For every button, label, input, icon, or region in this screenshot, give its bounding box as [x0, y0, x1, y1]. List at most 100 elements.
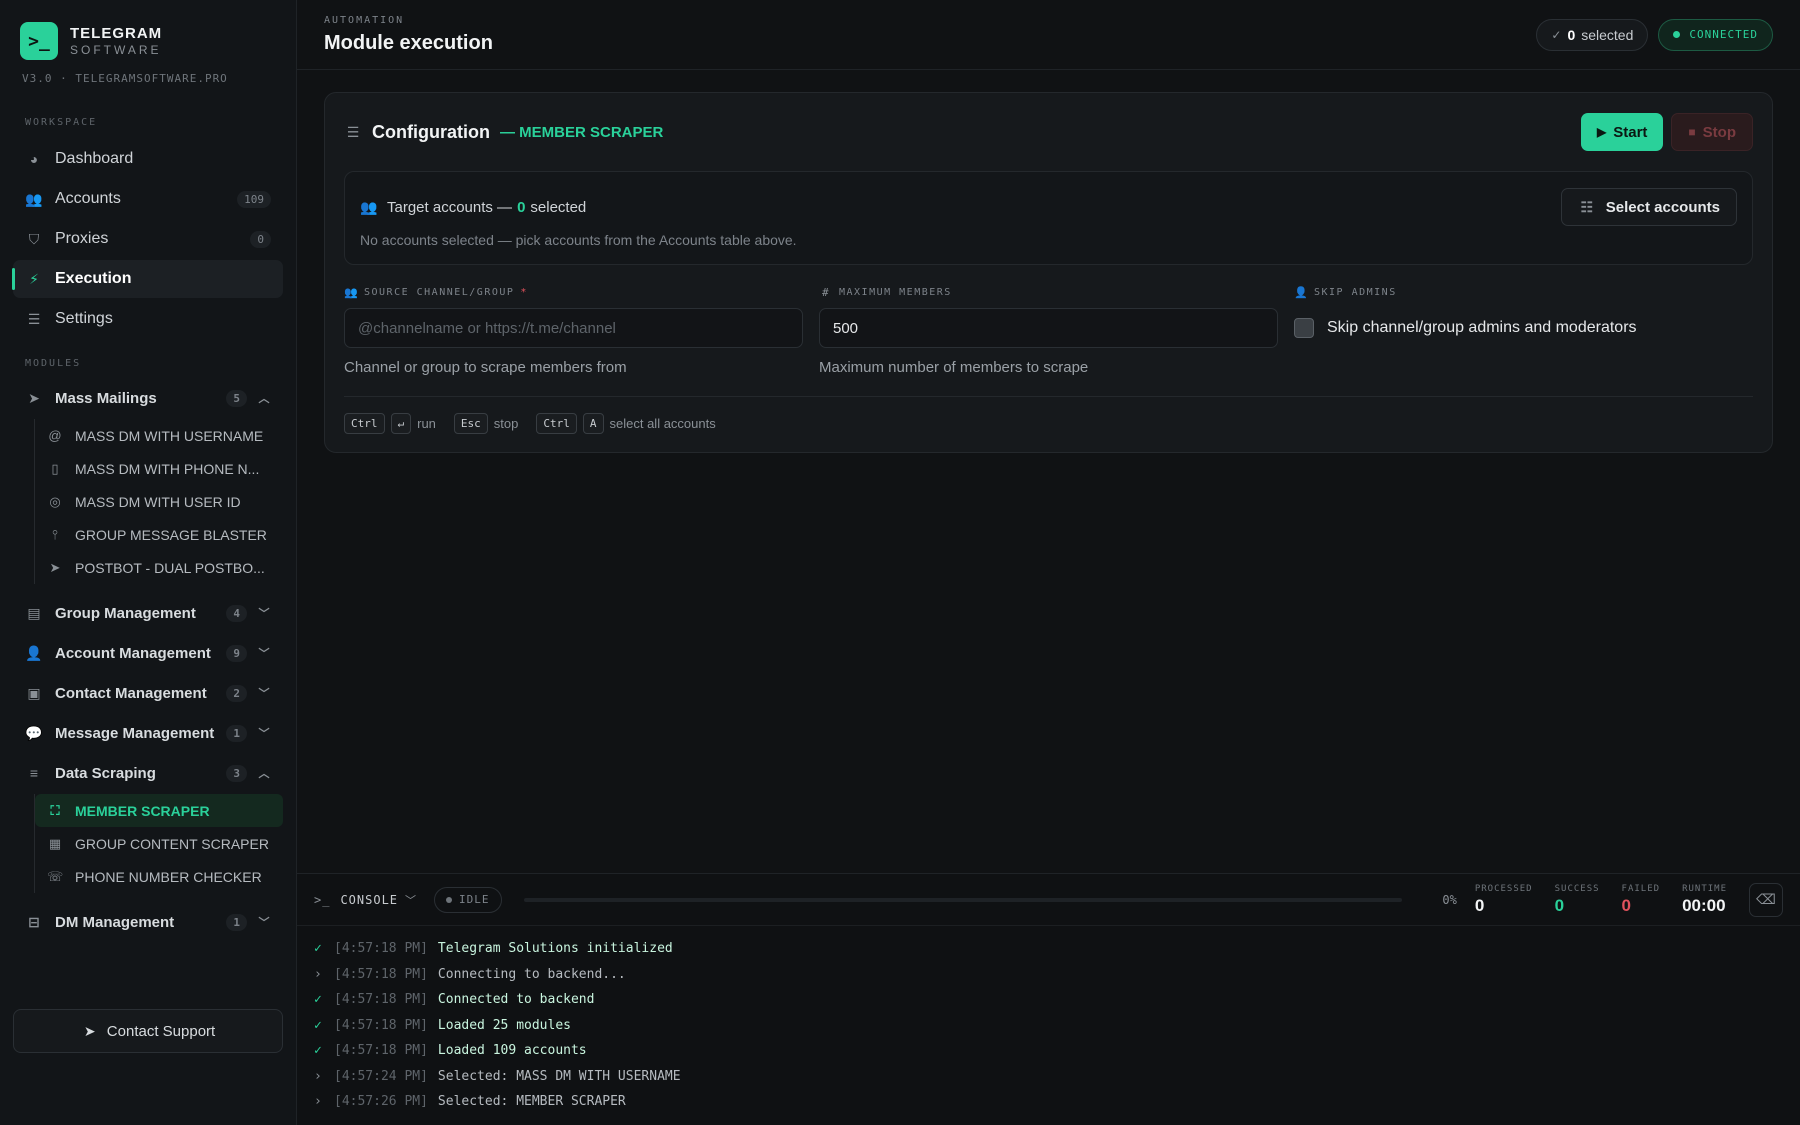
- source-help: Channel or group to scrape members from: [344, 359, 627, 376]
- console-toggle[interactable]: >_ CONSOLE ﹀: [314, 892, 418, 908]
- content: ☰ Configuration — MEMBER SCRAPER ▶ Start…: [297, 70, 1800, 873]
- stat-value: 0: [1554, 896, 1565, 915]
- group-mass-mailings[interactable]: ➤ Mass Mailings 5 ︿: [13, 379, 283, 417]
- check-icon: ✓: [314, 1043, 322, 1059]
- module-phone-number-checker[interactable]: ☏ PHONE NUMBER CHECKER: [35, 860, 283, 893]
- select-accounts-button[interactable]: ☷ Select accounts: [1560, 188, 1737, 226]
- module-label: MEMBER SCRAPER: [75, 802, 210, 819]
- selected-label: selected: [1581, 26, 1634, 43]
- stat-label: RUNTIME: [1682, 884, 1727, 894]
- select-accounts-label: Select accounts: [1605, 198, 1720, 216]
- group-account-management[interactable]: 👤 Account Management 9 ﹀: [13, 634, 283, 672]
- module-label: POSTBOT - DUAL POSTBO...: [75, 559, 265, 576]
- module-postbot[interactable]: ➤ POSTBOT - DUAL POSTBO...: [35, 551, 283, 584]
- stat-value: 00:00: [1682, 896, 1726, 915]
- group-contact-management[interactable]: ▣ Contact Management 2 ﹀: [13, 674, 283, 712]
- stat-processed: PROCESSED 0: [1474, 885, 1533, 915]
- sidebar-item-accounts[interactable]: 👥 Accounts 109: [13, 180, 283, 218]
- contact-support-button[interactable]: ➤ Contact Support: [13, 1009, 283, 1053]
- sidebar-item-label: Proxies: [55, 230, 109, 247]
- log-message: Loaded 109 accounts: [437, 1043, 587, 1059]
- version-label: V3.0 · TELEGRAMSOFTWARE.PRO: [22, 72, 228, 85]
- connection-status: CONNECTED: [1689, 28, 1758, 41]
- user-gear-icon: 👤: [1294, 285, 1310, 299]
- brand-sub: SOFTWARE: [70, 43, 162, 57]
- check-icon: ✓: [1551, 27, 1562, 42]
- send-icon: ➤: [28, 389, 40, 406]
- clear-console-button[interactable]: ⌫: [1749, 882, 1783, 917]
- module-member-scraper[interactable]: ⛶ MEMBER SCRAPER: [35, 794, 283, 827]
- module-label: GROUP CONTENT SCRAPER: [75, 835, 269, 852]
- kbd-key: Ctrl: [536, 413, 577, 434]
- log-time: [4:57:18 PM]: [334, 1017, 428, 1033]
- selected-count-pill: ✓ 0 selected: [1536, 18, 1649, 51]
- brand-name: TELEGRAM: [70, 25, 163, 42]
- group-label: Message Management: [55, 724, 215, 742]
- max-members-input[interactable]: 500: [819, 308, 1278, 348]
- target-title-prefix: Target accounts —: [387, 198, 513, 216]
- group-data-scraping[interactable]: ≡ Data Scraping 3 ︿: [13, 754, 283, 792]
- log-line: › [4:57:24 PM] Selected: MASS DM WITH USER…: [314, 1064, 1783, 1090]
- module-mass-dm-phone[interactable]: ▯ MASS DM WITH PHONE N...: [35, 452, 283, 485]
- stat-label: SUCCESS: [1554, 884, 1600, 894]
- log-time: [4:57:18 PM]: [334, 992, 428, 1008]
- shortcut-text: select all accounts: [609, 416, 716, 431]
- shortcut-text: run: [417, 416, 436, 431]
- chat-bubbles-icon: 💬: [25, 724, 43, 741]
- log-message: Selected: MASS DM WITH USERNAME: [437, 1068, 681, 1084]
- at-icon: @: [48, 428, 62, 443]
- modules-nav: ➤ Mass Mailings 5 ︿ @ MASS DM WITH USERNA…: [0, 379, 296, 941]
- stop-button[interactable]: ■ Stop: [1671, 113, 1753, 151]
- stat-value: 0: [1474, 896, 1485, 915]
- workspace-label: WORKSPACE: [25, 117, 98, 128]
- contact-book-icon: ▣: [27, 684, 41, 701]
- group-label: Group Management: [55, 604, 196, 622]
- target-title-suffix: selected: [530, 198, 587, 216]
- log-line: ✓ [4:57:18 PM] Loaded 109 accounts: [314, 1038, 1783, 1064]
- group-message-management[interactable]: 💬 Message Management 1 ﹀: [13, 714, 283, 752]
- workspace-nav: ◕ Dashboard 👥 Accounts 109 ⛉ Proxies 0 ⚡…: [0, 140, 296, 338]
- status-dot-icon: [446, 896, 453, 903]
- source-channel-input[interactable]: @channelname or https://t.me/channel: [344, 308, 803, 348]
- log-message: Loaded 25 modules: [437, 1017, 571, 1033]
- module-mass-dm-user-id[interactable]: ◎ MASS DM WITH USER ID: [35, 485, 283, 518]
- contact-support-label: Contact Support: [106, 1022, 216, 1040]
- module-label: PHONE NUMBER CHECKER: [75, 868, 262, 885]
- sidebar-item-proxies[interactable]: ⛉ Proxies 0: [13, 220, 283, 258]
- target-hint: No accounts selected — pick accounts fro…: [360, 232, 797, 248]
- skip-admins-checkbox[interactable]: [1294, 318, 1314, 338]
- log-time: [4:57:24 PM]: [334, 1068, 428, 1084]
- group-dm-management[interactable]: ⊟ DM Management 1 ﹀: [13, 903, 283, 941]
- group-label: Data Scraping: [55, 764, 156, 782]
- chevron-up-icon: ︿: [258, 768, 270, 780]
- module-group-message-blaster[interactable]: ⫯ GROUP MESSAGE BLASTER: [35, 518, 283, 551]
- hash-icon: #: [821, 285, 831, 299]
- users-icon: 👥: [344, 285, 360, 299]
- module-label: MASS DM WITH PHONE N...: [75, 460, 260, 477]
- module-group-content-scraper[interactable]: ▦ GROUP CONTENT SCRAPER: [35, 827, 283, 860]
- group-count-badge: 1: [226, 913, 247, 931]
- sidebar-item-settings[interactable]: ☰ Settings: [13, 300, 283, 338]
- skip-admins-label: SKIP ADMINS: [1314, 286, 1397, 298]
- module-label: MASS DM WITH USER ID: [75, 493, 241, 510]
- broom-icon: ⌫: [1756, 891, 1776, 907]
- configuration-card: ☰ Configuration — MEMBER SCRAPER ▶ Start…: [324, 92, 1773, 453]
- stat-success: SUCCESS 0: [1554, 884, 1600, 915]
- stat-runtime: RUNTIME 00:00: [1682, 884, 1727, 915]
- chevron-down-icon: ﹀: [258, 688, 270, 700]
- console-panel: >_ CONSOLE ﹀ IDLE 0% PROCESSED 0 SUCCESS…: [297, 873, 1800, 1125]
- database-icon: ≡: [29, 765, 39, 781]
- status-dot-icon: [1673, 31, 1681, 38]
- sidebar-item-dashboard[interactable]: ◕ Dashboard: [13, 140, 283, 178]
- shield-icon: ⛉: [28, 230, 40, 247]
- source-field-label: SOURCE CHANNEL/GROUP: [364, 286, 515, 298]
- images-icon: ▦: [48, 835, 62, 851]
- start-button[interactable]: ▶ Start: [1581, 113, 1664, 151]
- module-mass-dm-username[interactable]: @ MASS DM WITH USERNAME: [35, 419, 283, 452]
- check-icon: ✓: [314, 992, 322, 1008]
- log-time: [4:57:18 PM]: [334, 1043, 428, 1059]
- group-group-management[interactable]: ▤ Group Management 4 ﹀: [13, 594, 283, 632]
- page-title: Module execution: [324, 31, 493, 54]
- config-fields: 👥 SOURCE CHANNEL/GROUP * @channelname or…: [344, 285, 1753, 376]
- sidebar-item-execution[interactable]: ⚡ Execution: [12, 260, 283, 298]
